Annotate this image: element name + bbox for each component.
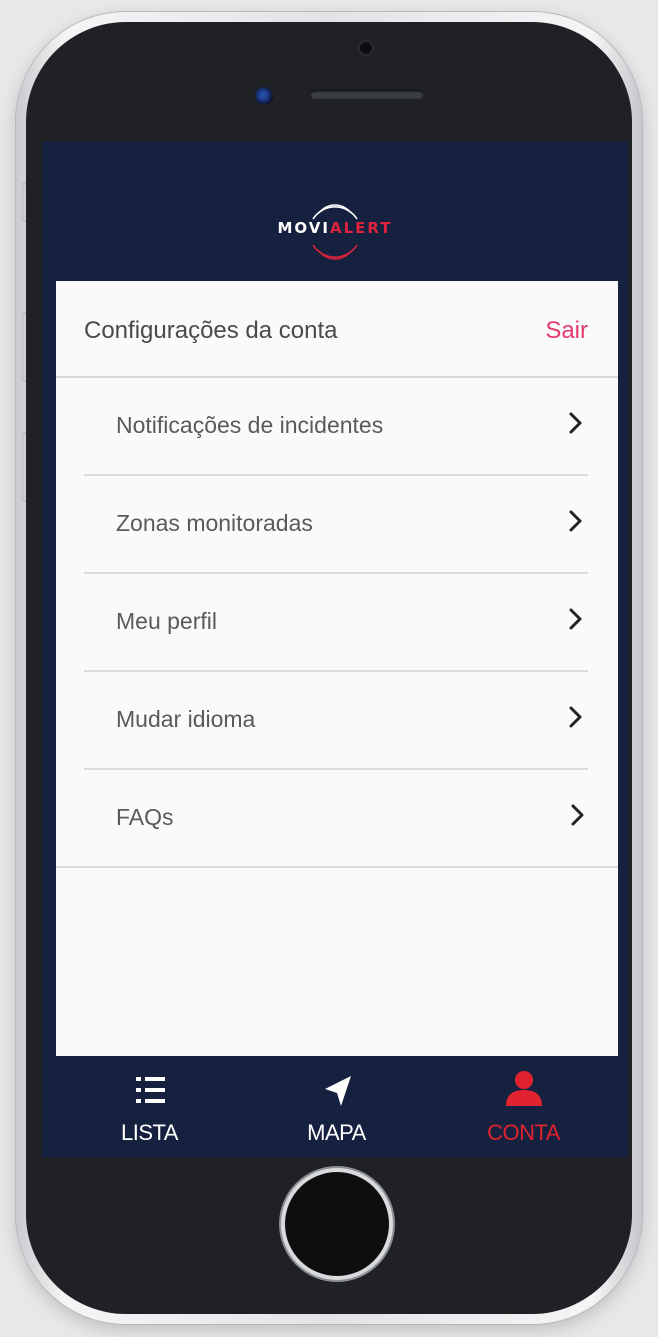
home-button[interactable] — [285, 1172, 389, 1276]
user-icon — [505, 1071, 542, 1106]
nav-tab-lista[interactable]: LISTA — [56, 1056, 243, 1157]
chevron-right-icon — [569, 706, 582, 728]
nav-tab-conta[interactable]: CONTA — [430, 1056, 617, 1157]
chevron-right-icon — [569, 510, 582, 532]
bottom-navigation: LISTA MAPA CONTA — [56, 1056, 618, 1157]
menu-item-label: Mudar idioma — [116, 706, 256, 732]
app-screen: MOVIALERT Configurações da conta Sair No… — [42, 141, 628, 1157]
logout-button[interactable]: Sair — [545, 317, 588, 345]
settings-header: Configurações da conta Sair — [56, 281, 618, 378]
earpiece-speaker — [310, 90, 424, 99]
chevron-right-icon — [569, 608, 582, 630]
nav-tab-mapa[interactable]: MAPA — [243, 1056, 430, 1157]
menu-item-label: FAQs — [116, 804, 174, 830]
nav-tab-label: CONTA — [487, 1120, 560, 1145]
menu-item-faqs[interactable]: FAQs — [56, 770, 618, 868]
app-header: MOVIALERT — [42, 171, 628, 281]
menu-item-label: Meu perfil — [116, 608, 217, 634]
chevron-right-icon — [569, 412, 582, 434]
status-bar — [42, 141, 628, 171]
account-settings-panel: Configurações da conta Sair Notificações… — [56, 281, 618, 1056]
logo-movi-text: MOVI — [277, 219, 330, 237]
movialert-logo: MOVIALERT — [255, 199, 415, 269]
proximity-sensor — [360, 42, 372, 54]
nav-tab-label: LISTA — [120, 1120, 179, 1145]
menu-item-label: Zonas monitoradas — [116, 510, 313, 536]
list-icon — [135, 1077, 165, 1103]
menu-item-incident-notifications[interactable]: Notificações de incidentes — [84, 378, 588, 476]
menu-item-change-language[interactable]: Mudar idioma — [84, 672, 588, 770]
menu-item-monitored-zones[interactable]: Zonas monitoradas — [84, 476, 588, 574]
logo-wordmark: MOVIALERT — [255, 219, 415, 237]
menu-item-label: Notificações de incidentes — [116, 412, 384, 438]
front-camera — [255, 87, 273, 105]
logo-alert-text: ALERT — [329, 219, 393, 237]
menu-item-my-profile[interactable]: Meu perfil — [84, 574, 588, 672]
navigation-arrow-icon — [324, 1076, 351, 1106]
page-title: Configurações da conta — [84, 317, 338, 344]
chevron-right-icon — [571, 804, 584, 826]
nav-tab-label: MAPA — [307, 1120, 366, 1145]
